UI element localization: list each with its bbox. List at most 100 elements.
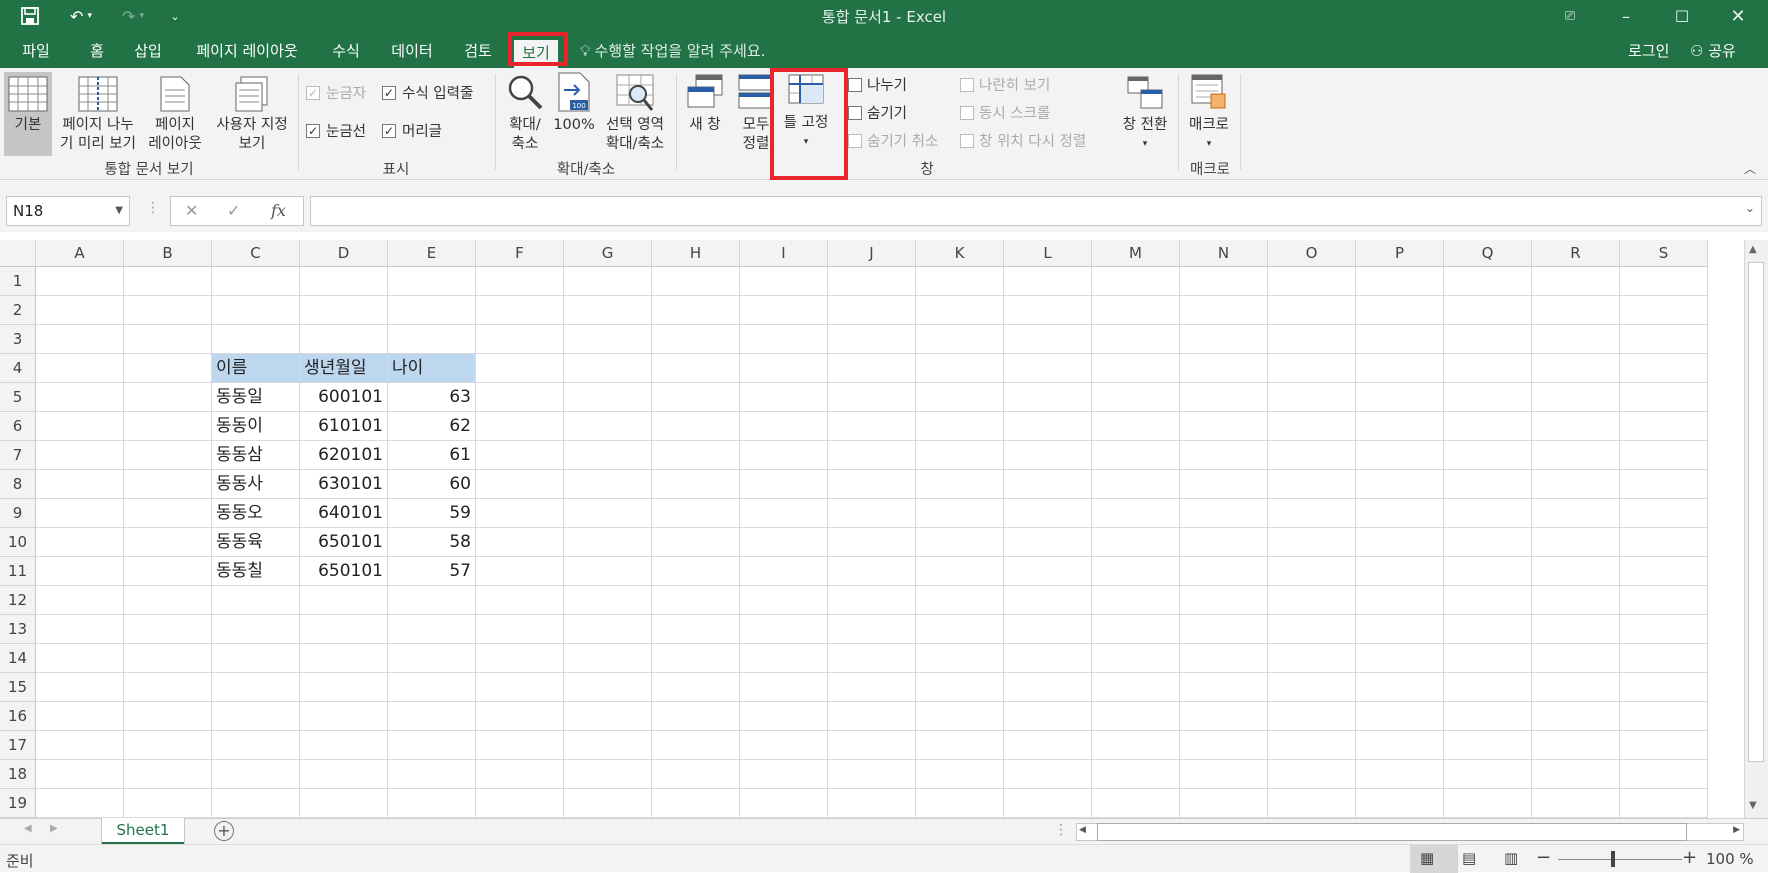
cell-a8[interactable] <box>36 470 124 499</box>
cell-c14[interactable] <box>212 644 300 673</box>
page-break-preview-button[interactable]: 페이지 나누 기 미리 보기 <box>56 72 140 154</box>
tab-formulas[interactable]: 수식 <box>326 38 366 64</box>
cell-s7[interactable] <box>1620 441 1708 470</box>
cell-a10[interactable] <box>36 528 124 557</box>
cell-q10[interactable] <box>1444 528 1532 557</box>
cell-n4[interactable] <box>1180 354 1268 383</box>
cell-o17[interactable] <box>1268 731 1356 760</box>
cell-f15[interactable] <box>476 673 564 702</box>
cell-c3[interactable] <box>212 325 300 354</box>
cell-m4[interactable] <box>1092 354 1180 383</box>
cell-m5[interactable] <box>1092 383 1180 412</box>
cell-g4[interactable] <box>564 354 652 383</box>
cell-l13[interactable] <box>1004 615 1092 644</box>
cell-q11[interactable] <box>1444 557 1532 586</box>
cell-c17[interactable] <box>212 731 300 760</box>
cell-n3[interactable] <box>1180 325 1268 354</box>
zoom-in-icon[interactable]: + <box>1682 847 1697 868</box>
cell-p4[interactable] <box>1356 354 1444 383</box>
cell-m12[interactable] <box>1092 586 1180 615</box>
cell-r3[interactable] <box>1532 325 1620 354</box>
split-handle-icon[interactable]: ⋮ <box>1054 822 1068 838</box>
cell-n16[interactable] <box>1180 702 1268 731</box>
cell-s9[interactable] <box>1620 499 1708 528</box>
cell-i15[interactable] <box>740 673 828 702</box>
cell-j19[interactable] <box>828 789 916 818</box>
row-header-15[interactable]: 15 <box>0 673 36 702</box>
cell-s18[interactable] <box>1620 760 1708 789</box>
close-icon[interactable]: ✕ <box>1710 0 1766 32</box>
cell-i8[interactable] <box>740 470 828 499</box>
cell-k11[interactable] <box>916 557 1004 586</box>
cell-b10[interactable] <box>124 528 212 557</box>
cell-l6[interactable] <box>1004 412 1092 441</box>
login-link[interactable]: 로그인 <box>1628 38 1669 64</box>
cell-f5[interactable] <box>476 383 564 412</box>
cell-q14[interactable] <box>1444 644 1532 673</box>
cell-o6[interactable] <box>1268 412 1356 441</box>
arrange-all-button[interactable]: 모두 정렬 <box>736 72 776 154</box>
ribbon-display-icon[interactable]: ⎚ <box>1542 0 1598 32</box>
tab-page-layout[interactable]: 페이지 레이아웃 <box>188 38 306 64</box>
cell-b3[interactable] <box>124 325 212 354</box>
next-sheet-icon[interactable]: ▶ <box>50 823 58 834</box>
row-header-6[interactable]: 6 <box>0 412 36 441</box>
cell-a1[interactable] <box>36 267 124 296</box>
cell-h9[interactable] <box>652 499 740 528</box>
cell-j15[interactable] <box>828 673 916 702</box>
cell-i12[interactable] <box>740 586 828 615</box>
cell-o18[interactable] <box>1268 760 1356 789</box>
cell-p7[interactable] <box>1356 441 1444 470</box>
row-header-4[interactable]: 4 <box>0 354 36 383</box>
cell-d13[interactable] <box>300 615 388 644</box>
cell-r7[interactable] <box>1532 441 1620 470</box>
cell-r11[interactable] <box>1532 557 1620 586</box>
cell-b18[interactable] <box>124 760 212 789</box>
row-header-14[interactable]: 14 <box>0 644 36 673</box>
cell-j2[interactable] <box>828 296 916 325</box>
cell-a14[interactable] <box>36 644 124 673</box>
cell-o13[interactable] <box>1268 615 1356 644</box>
cell-s16[interactable] <box>1620 702 1708 731</box>
cell-c1[interactable] <box>212 267 300 296</box>
cell-m10[interactable] <box>1092 528 1180 557</box>
normal-view-button[interactable]: 기본 <box>4 72 52 156</box>
cell-j11[interactable] <box>828 557 916 586</box>
cell-h3[interactable] <box>652 325 740 354</box>
cell-m1[interactable] <box>1092 267 1180 296</box>
cell-n2[interactable] <box>1180 296 1268 325</box>
cell-r10[interactable] <box>1532 528 1620 557</box>
name-box[interactable]: N18 ▼ <box>6 196 130 226</box>
row-header-7[interactable]: 7 <box>0 441 36 470</box>
cell-e10[interactable]: 58 <box>388 528 476 557</box>
cell-p17[interactable] <box>1356 731 1444 760</box>
cell-k13[interactable] <box>916 615 1004 644</box>
cell-k4[interactable] <box>916 354 1004 383</box>
cell-q8[interactable] <box>1444 470 1532 499</box>
cell-r1[interactable] <box>1532 267 1620 296</box>
cell-n17[interactable] <box>1180 731 1268 760</box>
cell-b7[interactable] <box>124 441 212 470</box>
cell-i2[interactable] <box>740 296 828 325</box>
cell-j3[interactable] <box>828 325 916 354</box>
cell-a13[interactable] <box>36 615 124 644</box>
row-header-17[interactable]: 17 <box>0 731 36 760</box>
cell-k18[interactable] <box>916 760 1004 789</box>
cell-b12[interactable] <box>124 586 212 615</box>
zoom-out-icon[interactable]: − <box>1536 847 1551 868</box>
cell-c15[interactable] <box>212 673 300 702</box>
cell-g9[interactable] <box>564 499 652 528</box>
cell-g14[interactable] <box>564 644 652 673</box>
drag-handle-icon[interactable]: ⋮ <box>146 200 160 216</box>
customize-qat-icon[interactable]: ⌄ <box>164 0 186 32</box>
scroll-right-icon[interactable]: ▶ <box>1733 825 1740 835</box>
cell-h7[interactable] <box>652 441 740 470</box>
chevron-down-icon[interactable]: ▼ <box>115 197 123 225</box>
cell-c6[interactable]: 동동이 <box>212 412 300 441</box>
cell-i19[interactable] <box>740 789 828 818</box>
cell-q6[interactable] <box>1444 412 1532 441</box>
cell-e14[interactable] <box>388 644 476 673</box>
cell-m19[interactable] <box>1092 789 1180 818</box>
cell-j14[interactable] <box>828 644 916 673</box>
cell-q15[interactable] <box>1444 673 1532 702</box>
